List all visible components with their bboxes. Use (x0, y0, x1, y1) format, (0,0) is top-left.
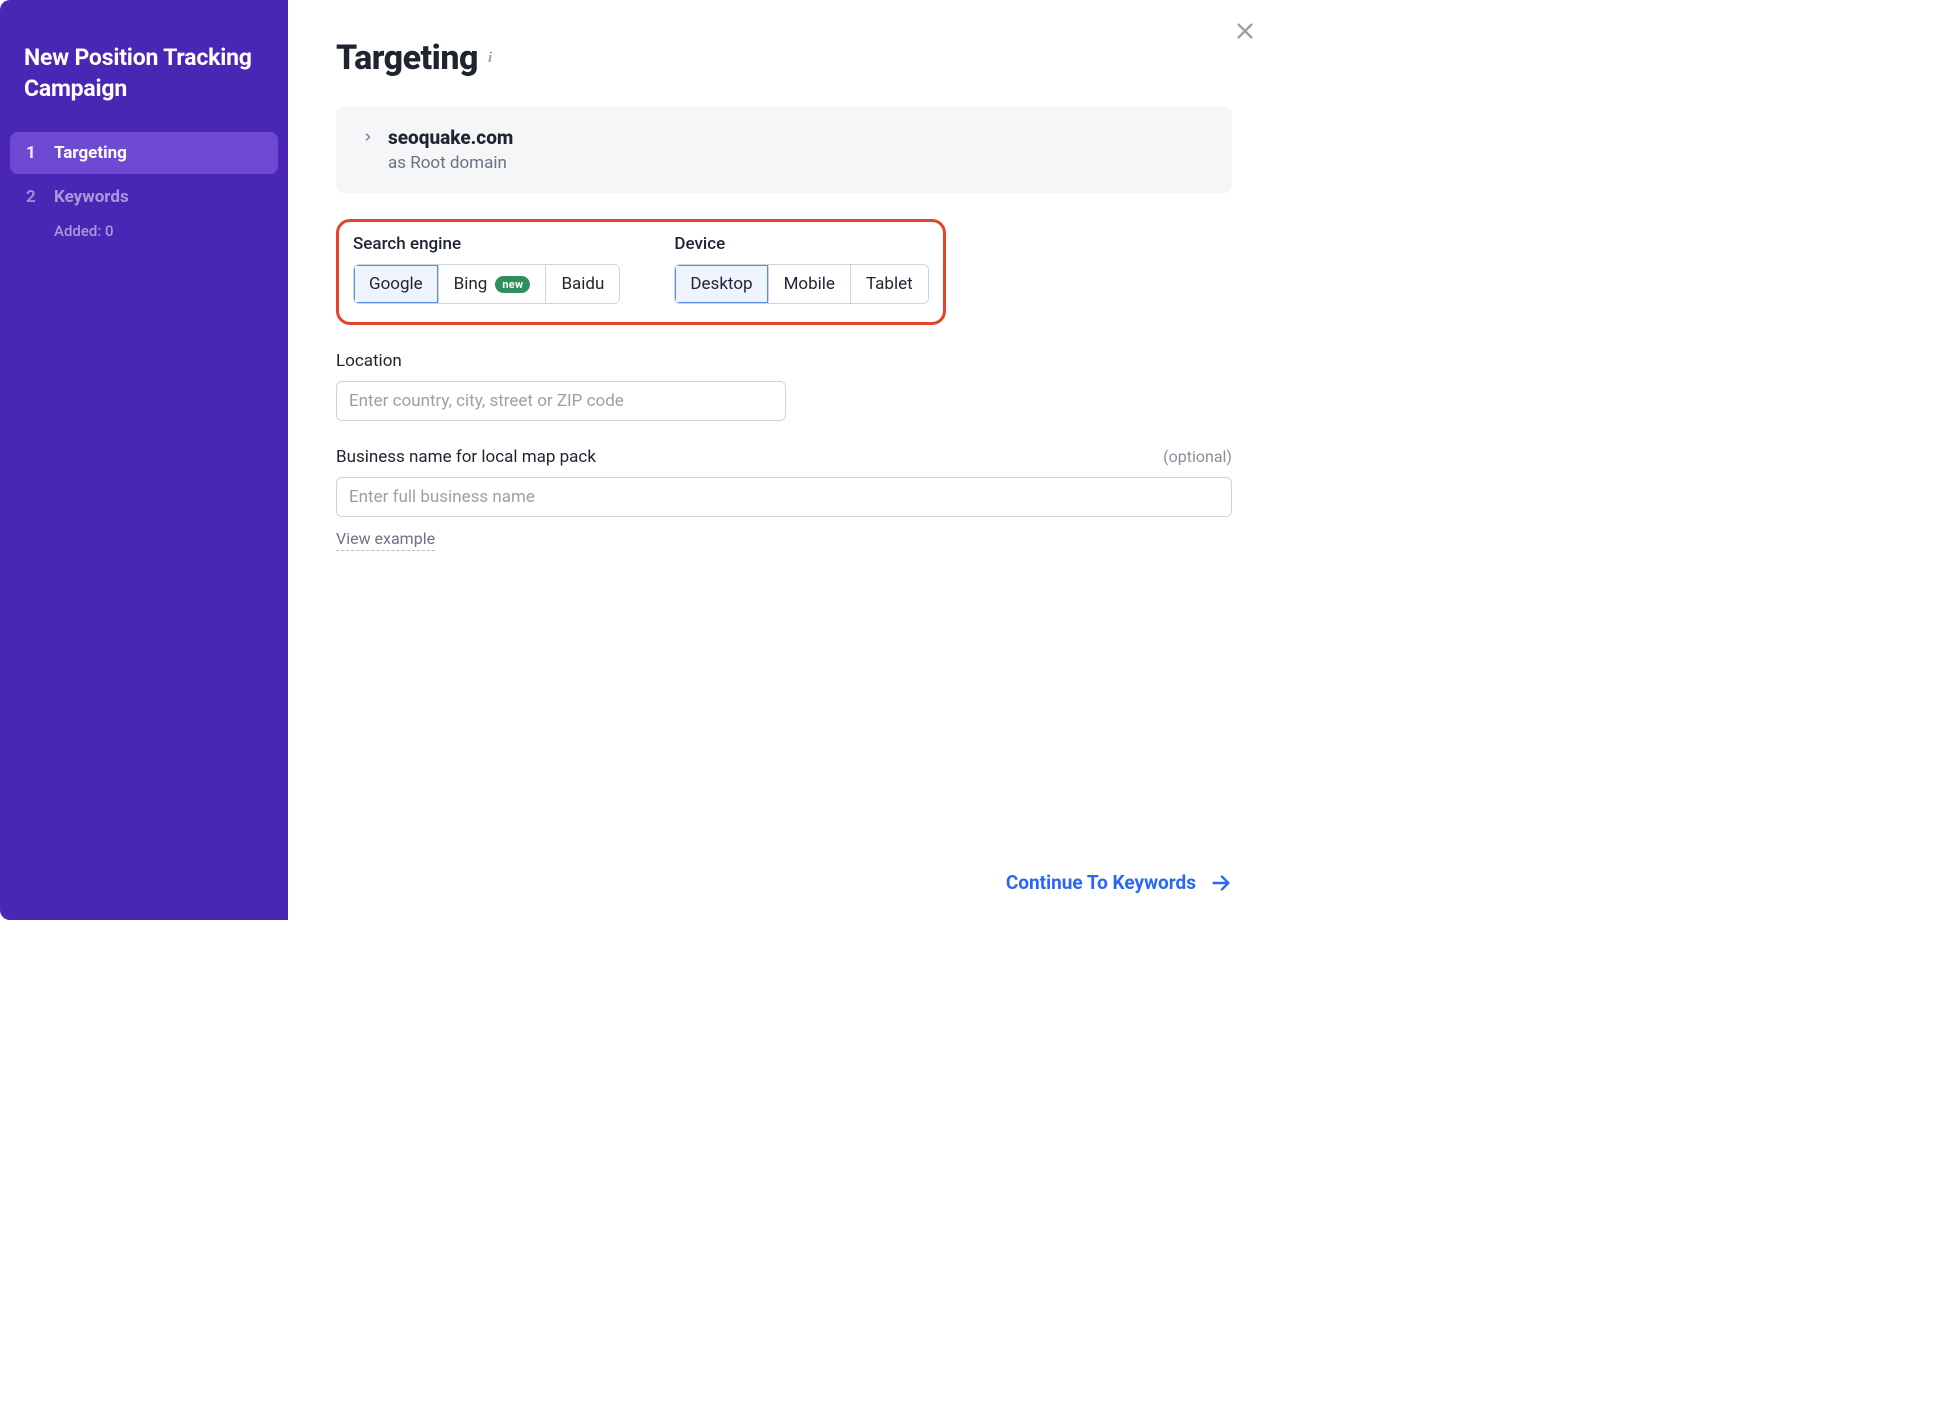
option-label: Baidu (561, 274, 604, 294)
footer: Continue To Keywords (336, 851, 1232, 894)
continue-label: Continue To Keywords (1006, 871, 1196, 894)
option-label: Mobile (784, 274, 835, 294)
page-title-text: Targeting (336, 38, 478, 78)
new-badge: new (495, 276, 530, 293)
business-section: Business name for local map pack (option… (336, 447, 1232, 551)
search-engine-option-baidu[interactable]: Baidu (546, 265, 619, 303)
arrow-right-icon (1210, 872, 1232, 894)
sidebar-item-label: Keywords (54, 187, 129, 207)
option-label: Tablet (866, 274, 913, 294)
device-label: Device (674, 234, 928, 254)
option-label: Google (369, 274, 423, 294)
chevron-right-icon (362, 129, 374, 148)
search-engine-option-bing[interactable]: Bing new (439, 265, 547, 303)
location-section: Location (336, 351, 1232, 421)
option-label: Desktop (690, 274, 752, 294)
sidebar-step-number: 1 (26, 143, 40, 163)
sidebar-item-targeting[interactable]: 1 Targeting (10, 132, 278, 174)
sidebar-item-keywords: 2 Keywords (10, 176, 278, 218)
sidebar-added-count: Added: 0 (10, 220, 278, 242)
sidebar-title: New Position Tracking Campaign (10, 18, 278, 132)
sidebar-nav: 1 Targeting 2 Keywords Added: 0 (10, 132, 278, 242)
device-option-mobile[interactable]: Mobile (769, 265, 851, 303)
sidebar-step-number: 2 (26, 187, 40, 207)
location-input[interactable] (336, 381, 786, 421)
continue-button[interactable]: Continue To Keywords (1006, 871, 1232, 894)
device-segmented: Desktop Mobile Tablet (674, 264, 928, 304)
domain-card[interactable]: seoquake.com as Root domain (336, 106, 1232, 193)
main: Targeting i seoquake.com as Root domain … (288, 0, 1280, 920)
view-example-link[interactable]: View example (336, 529, 435, 551)
business-input[interactable] (336, 477, 1232, 517)
sidebar: New Position Tracking Campaign 1 Targeti… (0, 0, 288, 920)
device-option-desktop[interactable]: Desktop (675, 265, 768, 303)
location-label: Location (336, 351, 402, 371)
search-engine-segmented: Google Bing new Baidu (353, 264, 620, 304)
device-group: Device Desktop Mobile Tablet (674, 234, 928, 304)
domain-name: seoquake.com (388, 126, 513, 149)
page-title: Targeting i (336, 38, 1232, 78)
sidebar-item-label: Targeting (54, 143, 127, 163)
domain-subtype: as Root domain (388, 153, 513, 173)
close-icon (1234, 20, 1256, 42)
search-engine-label: Search engine (353, 234, 620, 254)
device-option-tablet[interactable]: Tablet (851, 265, 928, 303)
business-optional: (optional) (1163, 447, 1232, 466)
business-label: Business name for local map pack (336, 447, 596, 467)
close-button[interactable] (1230, 16, 1260, 46)
option-label: Bing (454, 274, 488, 294)
search-engine-option-google[interactable]: Google (354, 265, 439, 303)
search-engine-group: Search engine Google Bing new Baidu (353, 234, 620, 304)
highlight-frame: Search engine Google Bing new Baidu Devi… (336, 219, 946, 325)
info-icon[interactable]: i (488, 50, 492, 67)
